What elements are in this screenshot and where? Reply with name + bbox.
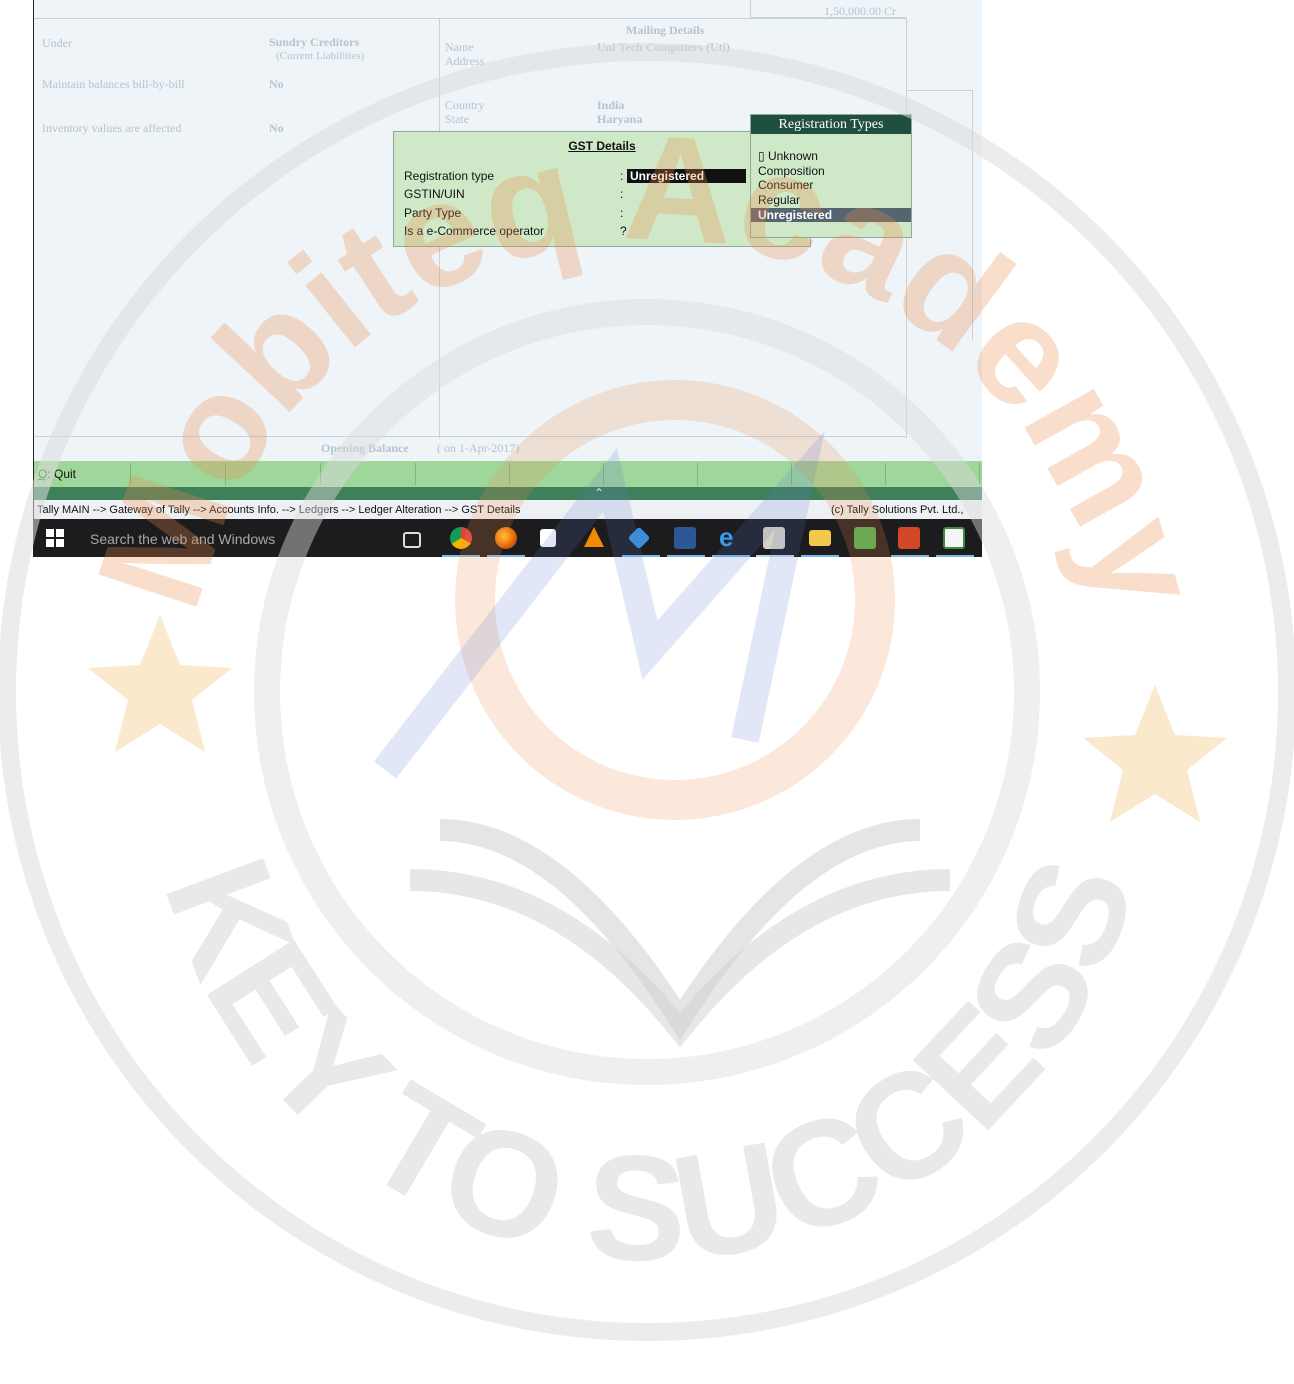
star-icon: [1083, 685, 1227, 822]
divider: [972, 90, 973, 340]
under-value: Sundry Creditors: [269, 35, 360, 49]
book-icon: [439, 819, 921, 1041]
gst-details-dialog: GST Details Registration type : Unregist…: [393, 131, 811, 247]
active-indicator: [487, 555, 525, 557]
button-slot[interactable]: [320, 463, 321, 485]
button-slot[interactable]: [603, 463, 604, 485]
party-type-sep: :: [620, 206, 624, 220]
ecommerce-operator-sep: ?: [620, 224, 627, 238]
inventory-label: Inventory values are affected: [42, 121, 182, 135]
edge-icon[interactable]: e: [719, 524, 741, 550]
tally-window: 1,50,000.00 Cr Under Sundry Creditors (C…: [33, 0, 982, 557]
under-sub: (Current Liabilities): [276, 50, 365, 62]
inventory-value: No: [269, 121, 284, 135]
button-slot[interactable]: [791, 463, 792, 485]
name-value: Uni Tech Computers (Uti): [597, 40, 731, 54]
divider: [34, 18, 906, 19]
divider: [750, 0, 751, 18]
status-bar: Tally MAIN --> Gateway of Tally --> Acco…: [34, 501, 982, 534]
registration-type-sep: :: [620, 169, 624, 183]
breadcrumb: Tally MAIN --> Gateway of Tally --> Acco…: [37, 504, 521, 516]
active-indicator: [622, 555, 660, 557]
registration-type-label: Registration type: [404, 169, 495, 183]
camtasia-icon[interactable]: [854, 527, 876, 549]
button-slot[interactable]: [225, 463, 226, 485]
ecommerce-operator-label: Is a e-Commerce operator: [404, 224, 545, 238]
button-bar-strip: [34, 487, 982, 500]
button-slot[interactable]: [415, 463, 416, 485]
vlc-icon[interactable]: [584, 527, 604, 547]
tally-icon[interactable]: [627, 526, 651, 550]
registration-type-field[interactable]: Unregistered: [627, 169, 746, 183]
active-indicator: [442, 555, 480, 557]
quit-label: : Quit: [47, 467, 77, 481]
list-item-consumer[interactable]: Consumer: [758, 178, 813, 192]
gstin-sep: :: [620, 187, 624, 201]
maintain-label: Maintain balances bill-by-bill: [42, 77, 185, 91]
mailing-title: Mailing Details: [626, 23, 705, 37]
active-indicator: [712, 555, 750, 557]
button-bar: Q: Quit: [34, 461, 982, 487]
opening-balance-label: Opening Balance: [321, 441, 409, 455]
quit-hotkey: Q: [38, 467, 48, 481]
opening-balance-date: ( on 1-Apr-2017): [437, 441, 520, 455]
file-explorer-icon[interactable]: [809, 530, 831, 546]
store-icon[interactable]: [540, 529, 556, 547]
windows-start-icon[interactable]: [46, 529, 64, 547]
active-indicator: [756, 555, 794, 557]
list-item-label: Unregistered: [758, 208, 833, 222]
list-item-unknown[interactable]: ▯ Unknown: [758, 149, 818, 163]
divider: [906, 90, 972, 91]
button-slot[interactable]: [509, 463, 510, 485]
country-value: India: [597, 98, 625, 112]
taskbar-search-input[interactable]: Search the web and Windows: [90, 531, 275, 547]
active-indicator: [936, 555, 974, 557]
powerpoint-icon[interactable]: [898, 527, 920, 549]
chevron-up-icon[interactable]: ⌃: [594, 486, 604, 500]
active-indicator: [667, 555, 705, 557]
task-view-icon[interactable]: [403, 532, 421, 548]
active-indicator: [801, 555, 839, 557]
registration-types-list: Registration Types ▯ Unknown Composition…: [750, 114, 912, 238]
list-item-label: Unknown: [767, 149, 818, 163]
party-type-label: Party Type: [404, 206, 462, 220]
firefox-icon[interactable]: [495, 527, 517, 549]
windows-taskbar: Search the web and Windows e: [34, 519, 982, 557]
state-label: State: [445, 112, 469, 126]
gstin-label: GSTIN/UIN: [404, 187, 465, 201]
country-label: Country: [445, 98, 485, 112]
gst-details-title: GST Details: [568, 139, 636, 153]
state-value: Haryana: [597, 112, 643, 126]
button-slot[interactable]: [697, 463, 698, 485]
watermark-tagline-text: KEY TO SUCCESS: [133, 837, 1167, 1293]
chrome-icon[interactable]: [450, 527, 472, 549]
list-item-regular[interactable]: Regular: [758, 193, 800, 207]
button-slot[interactable]: [130, 463, 131, 485]
divider: [34, 436, 906, 437]
name-label: Name: [445, 40, 474, 54]
camtasia-recorder-icon[interactable]: [943, 527, 965, 549]
book-icon: [409, 869, 951, 1048]
under-label: Under: [42, 36, 72, 50]
address-label: Address: [445, 54, 485, 68]
bullet-icon: ▯: [758, 149, 768, 163]
active-indicator: [891, 555, 929, 557]
list-item-composition[interactable]: Composition: [758, 164, 825, 178]
maintain-value: No: [269, 77, 284, 91]
button-slot[interactable]: [885, 463, 886, 485]
registration-types-title: Registration Types: [751, 115, 911, 134]
quit-button[interactable]: Q: Quit: [38, 467, 76, 481]
amount-value: 1,50,000.00 Cr: [824, 4, 896, 18]
list-item-unregistered-selected[interactable]: Unregistered: [751, 208, 911, 222]
word-icon[interactable]: [674, 527, 696, 549]
button-slot[interactable]: [979, 463, 980, 485]
star-icon: [88, 615, 232, 752]
reader-icon[interactable]: [763, 527, 785, 549]
